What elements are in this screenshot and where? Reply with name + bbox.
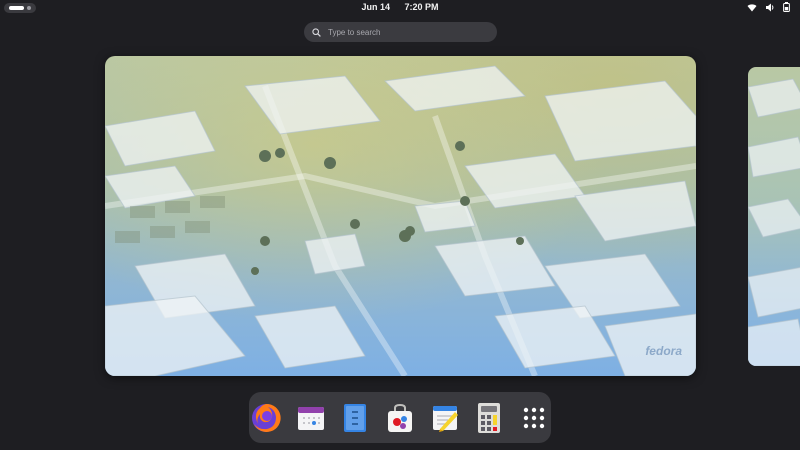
text-editor-launcher[interactable] <box>338 400 373 436</box>
wallpaper-isometric-city <box>105 65 696 376</box>
search-input[interactable] <box>328 27 478 37</box>
wifi-icon <box>747 3 757 11</box>
text-editor-icon <box>344 403 367 432</box>
volume-icon <box>766 3 774 11</box>
fedora-watermark: fedora <box>645 344 682 358</box>
dash <box>249 392 551 443</box>
battery-icon <box>783 2 790 12</box>
show-apps-button[interactable] <box>516 400 551 436</box>
clock-time: 7:20 PM <box>404 2 439 12</box>
software-bag-icon <box>388 403 412 432</box>
text-edit-pencil-icon <box>432 405 458 432</box>
app-grid-icon <box>523 407 544 428</box>
firefox-icon <box>252 403 281 432</box>
wallpaper-isometric-city <box>748 78 800 366</box>
clock-date: Jun 14 <box>361 2 390 12</box>
search-bar[interactable] <box>304 22 497 42</box>
notes-launcher[interactable] <box>427 400 462 436</box>
calendar-launcher[interactable] <box>294 400 329 436</box>
calendar-icon <box>297 406 324 430</box>
firefox-launcher[interactable] <box>249 400 284 436</box>
clock[interactable]: Jun 14 7:20 PM <box>0 2 800 12</box>
workspace-thumbnail[interactable]: fedora <box>105 56 696 376</box>
calculator-launcher[interactable] <box>472 400 507 436</box>
software-launcher[interactable] <box>383 400 418 436</box>
next-workspace-thumbnail[interactable] <box>748 67 800 366</box>
calculator-icon <box>478 402 501 433</box>
top-bar: Jun 14 7:20 PM <box>0 0 800 16</box>
system-status-menu[interactable] <box>747 2 790 12</box>
search-icon <box>312 27 321 37</box>
